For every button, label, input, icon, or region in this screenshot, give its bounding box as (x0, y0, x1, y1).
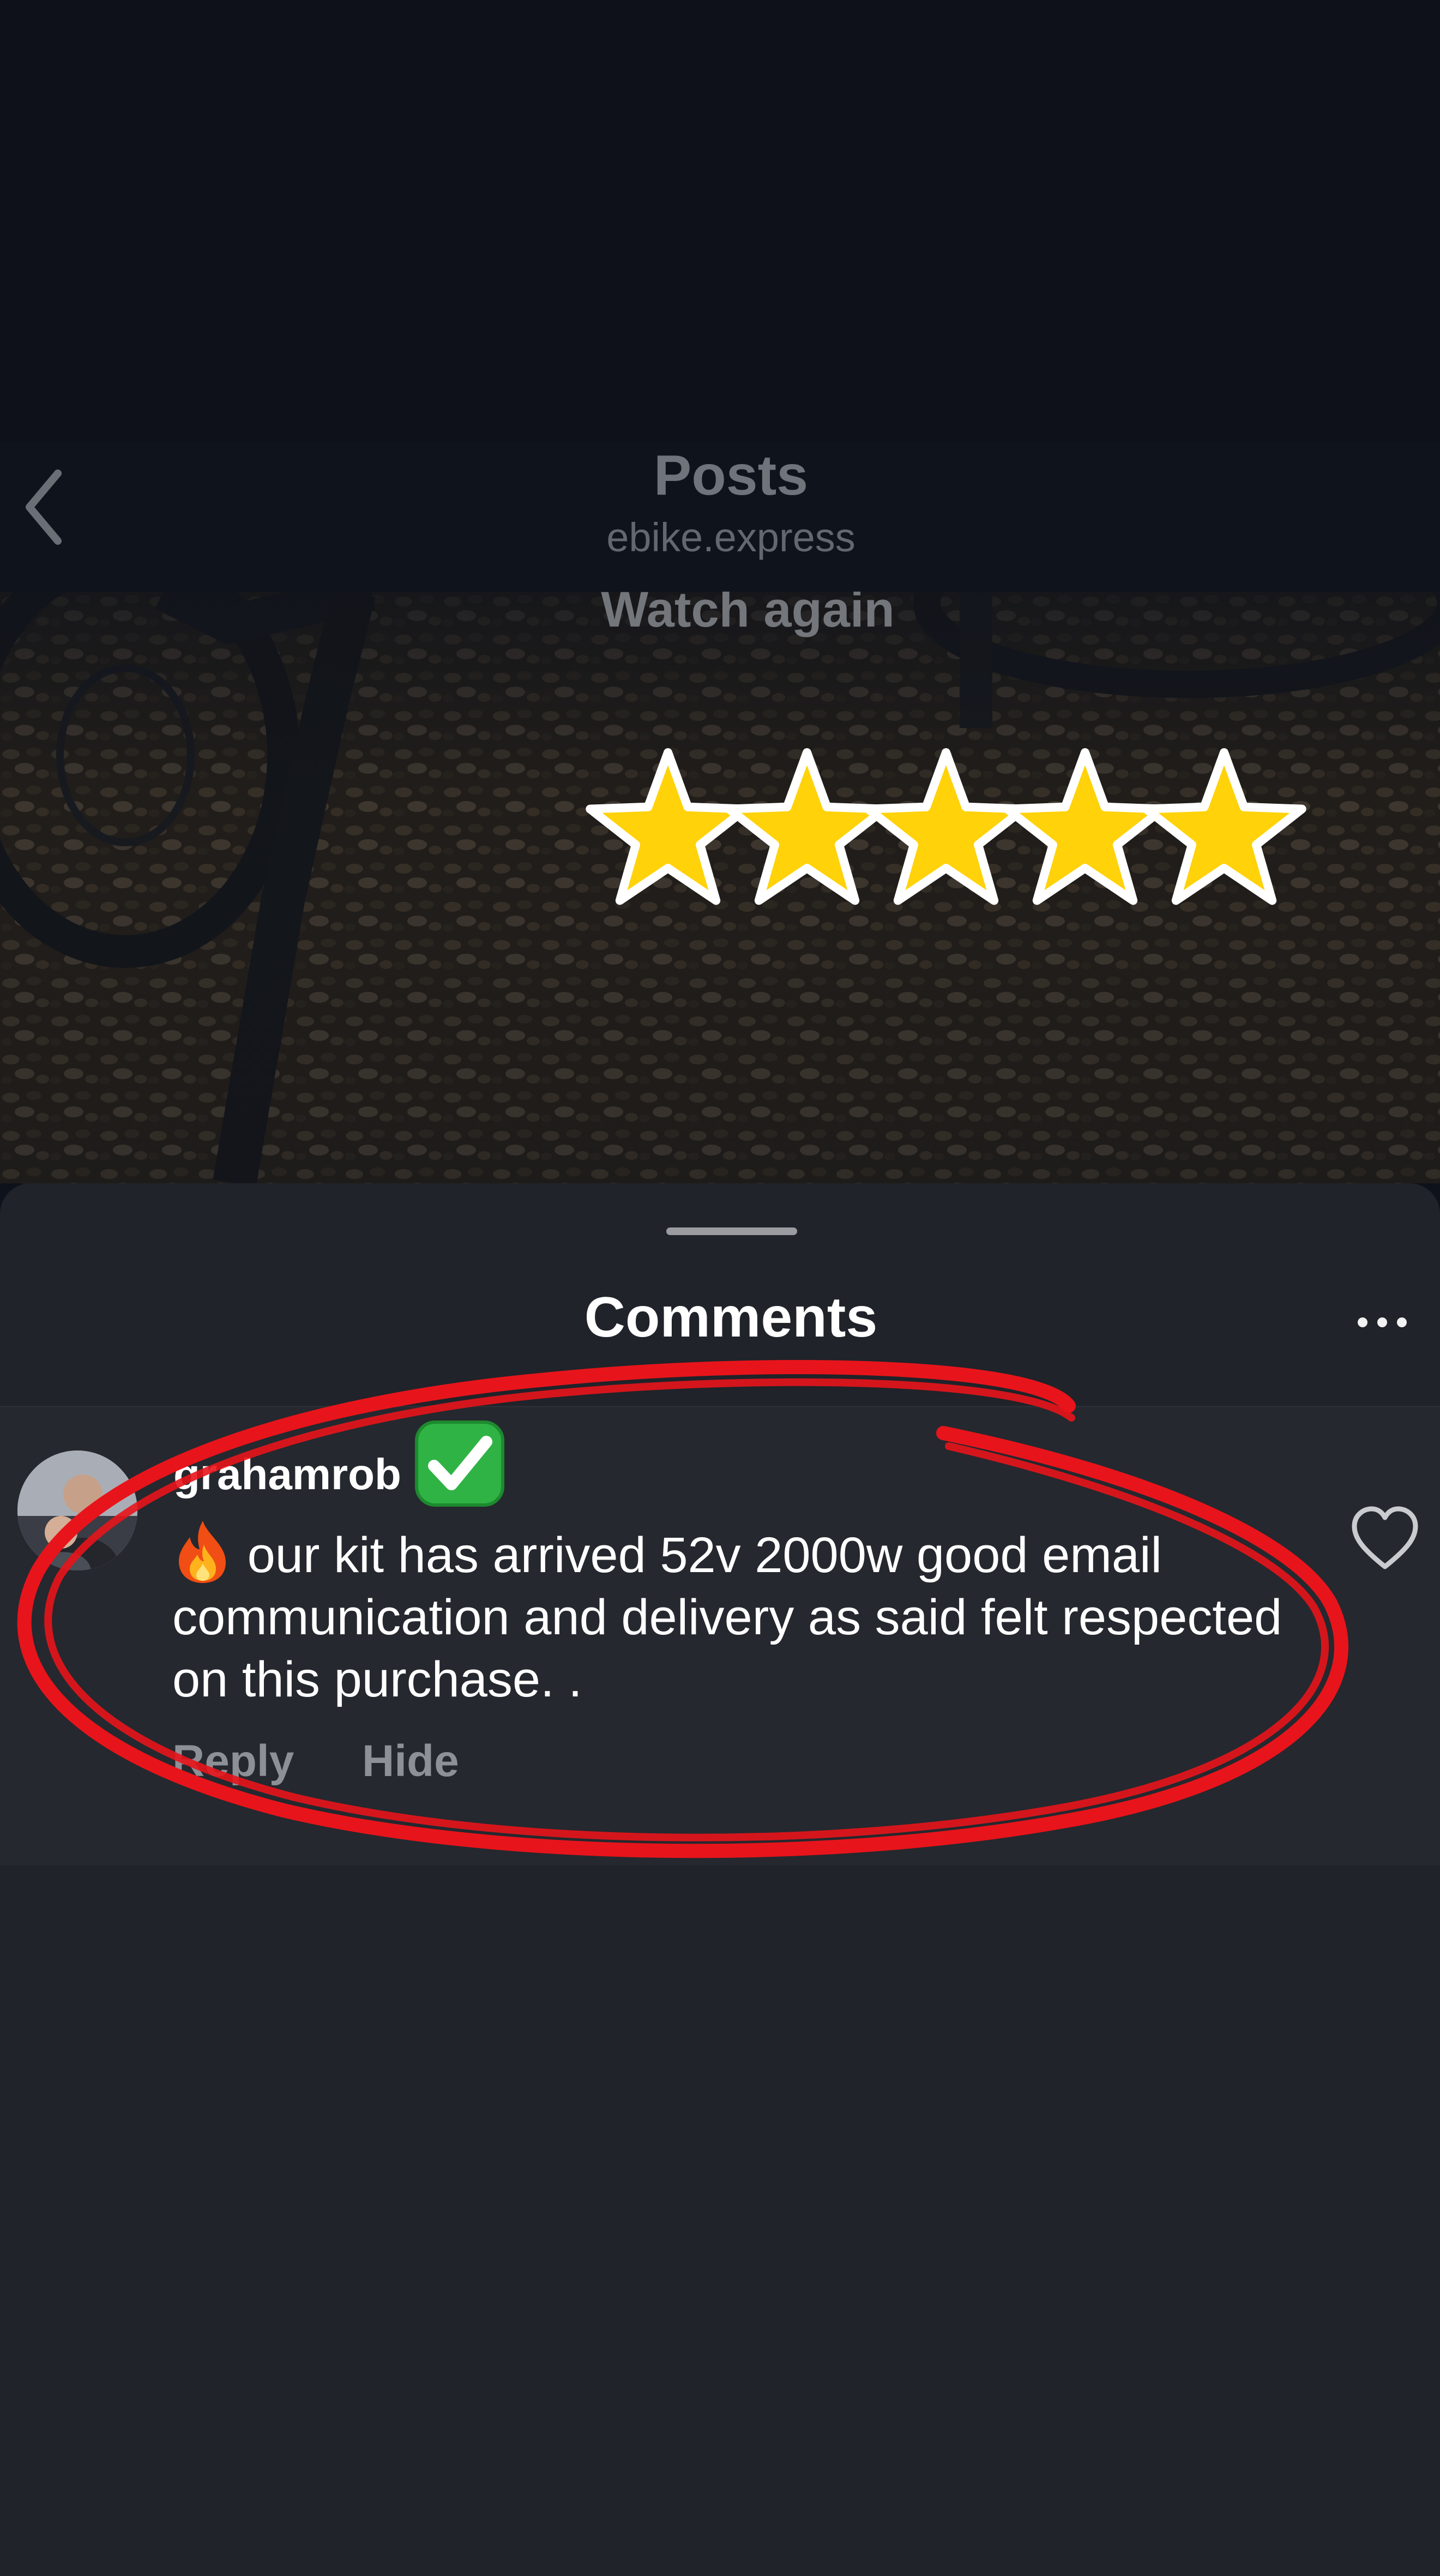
sheet-empty-area (0, 1865, 1440, 2576)
reply-button[interactable]: Reply (172, 1734, 294, 1789)
avatar[interactable] (17, 1450, 137, 1570)
more-dots-icon (1377, 1317, 1387, 1327)
rating-stars (586, 748, 1306, 905)
star-icon (1003, 748, 1167, 905)
star-icon (864, 748, 1028, 905)
comment-text: our kit has arrived 52v 2000w good email… (172, 1527, 1282, 1707)
check-mark-icon (415, 1421, 504, 1507)
page-title: Posts (653, 444, 809, 507)
comments-title: Comments (584, 1286, 878, 1349)
screen: Watch again Posts ebike.express Comments… (0, 0, 1440, 2576)
heart-outline-icon[interactable] (1347, 1502, 1423, 1573)
fire-icon (179, 1521, 226, 1583)
hide-button[interactable]: Hide (362, 1734, 459, 1789)
page-subtitle[interactable]: ebike.express (0, 513, 1440, 563)
status-area (0, 0, 1440, 442)
sheet-grabber[interactable] (666, 1227, 797, 1235)
more-dots-icon (1358, 1317, 1367, 1327)
comment-username[interactable]: grahamrob (173, 1447, 401, 1502)
comment-body: our kit has arrived 52v 2000w good email… (172, 1519, 1328, 1711)
star-icon (725, 748, 889, 905)
avatar-photo (17, 1450, 137, 1570)
star-icon (1142, 748, 1306, 905)
star-icon (586, 748, 750, 905)
more-options-button[interactable] (1347, 1306, 1418, 1339)
more-dots-icon (1397, 1317, 1407, 1327)
